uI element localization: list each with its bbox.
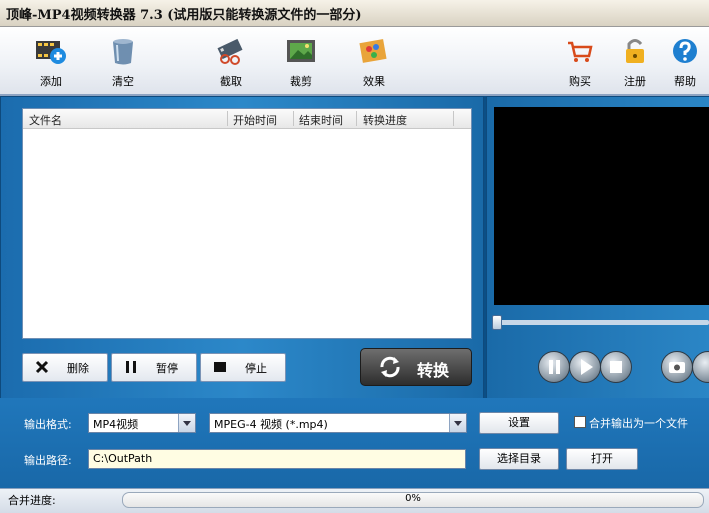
seek-thumb[interactable] <box>492 315 502 330</box>
player-play-button[interactable] <box>569 351 601 383</box>
column-start-time[interactable]: 开始时间 <box>233 112 277 128</box>
effect-label: 效果 <box>363 75 385 88</box>
delete-label: 删除 <box>67 362 89 375</box>
format-select[interactable]: MP4视频 <box>88 413 196 433</box>
effect-button[interactable]: 效果 <box>347 29 401 89</box>
cart-icon <box>568 41 593 62</box>
file-list[interactable]: 文件名 开始时间 结束时间 转换进度 <box>22 108 472 339</box>
stop-button[interactable]: 停止 <box>200 353 286 382</box>
column-divider <box>356 111 357 126</box>
column-divider <box>293 111 294 126</box>
player-pause-button[interactable] <box>538 351 570 383</box>
add-button[interactable]: 添加 <box>24 29 78 89</box>
help-label: 帮助 <box>674 75 696 88</box>
toolbar: 添加 清空 截取 裁剪 效果 购买 注册 帮助 <box>0 27 709 96</box>
snapshot-button[interactable] <box>661 351 693 383</box>
effect-palette-icon <box>359 39 387 63</box>
buy-label: 购买 <box>569 75 591 88</box>
title-bar: 顶峰-MP4视频转换器 7.3 (试用版只能转换源文件的一部分) <box>0 0 709 27</box>
video-preview <box>494 107 709 305</box>
refresh-icon <box>380 356 400 378</box>
crop-film-icon <box>287 40 315 62</box>
pause-button[interactable]: 暂停 <box>111 353 197 382</box>
capture-label: 截取 <box>220 75 242 88</box>
pause-label: 暂停 <box>156 362 178 375</box>
add-film-icon <box>36 41 66 64</box>
clear-button[interactable]: 清空 <box>96 29 150 89</box>
stop-label: 停止 <box>245 362 267 375</box>
crop-label: 裁剪 <box>290 75 312 88</box>
clear-label: 清空 <box>112 75 134 88</box>
stop-icon <box>610 361 622 373</box>
delete-icon <box>35 360 49 374</box>
delete-button[interactable]: 删除 <box>22 353 108 382</box>
seek-bar[interactable] <box>494 320 709 325</box>
column-filename[interactable]: 文件名 <box>29 112 62 128</box>
stop-icon <box>214 362 226 372</box>
column-progress[interactable]: 转换进度 <box>363 112 407 128</box>
codec-select[interactable]: MPEG-4 视频 (*.mp4) <box>209 413 467 433</box>
play-icon <box>581 359 593 375</box>
pause-icon <box>549 360 560 374</box>
add-label: 添加 <box>40 75 62 88</box>
merge-label: 合并输出为一个文件 <box>589 417 688 430</box>
open-button[interactable]: 打开 <box>566 448 638 470</box>
chevron-down-icon[interactable] <box>449 414 466 432</box>
output-settings <box>0 398 709 488</box>
convert-button[interactable]: 转换 <box>360 348 472 386</box>
clear-bin-icon <box>113 39 133 65</box>
merge-progress-text: 0% <box>405 493 421 504</box>
pause-icon <box>126 361 136 373</box>
convert-label: 转换 <box>417 361 450 380</box>
merge-checkbox[interactable] <box>574 416 586 428</box>
column-divider <box>227 111 228 126</box>
register-label: 注册 <box>624 75 646 88</box>
settings-button[interactable]: 设置 <box>479 412 559 434</box>
capture-icon <box>217 38 243 65</box>
output-path-label: 输出路径: <box>24 454 72 467</box>
capture-button[interactable]: 截取 <box>204 29 258 89</box>
crop-button[interactable]: 裁剪 <box>274 29 328 89</box>
output-format-label: 输出格式: <box>24 418 72 431</box>
camera-icon <box>669 362 685 373</box>
register-button[interactable]: 注册 <box>608 29 662 89</box>
merge-progress-label: 合并进度: <box>8 494 56 507</box>
help-icon <box>673 39 697 63</box>
browse-button[interactable]: 选择目录 <box>479 448 559 470</box>
open-label: 打开 <box>591 452 613 465</box>
lock-icon <box>626 39 644 63</box>
merge-progress-bar: 0% <box>122 492 704 508</box>
format-value: MP4视频 <box>93 418 139 431</box>
output-path-field[interactable]: C:\OutPath <box>88 449 466 469</box>
buy-button[interactable]: 购买 <box>553 29 607 89</box>
settings-label: 设置 <box>508 416 530 429</box>
codec-value: MPEG-4 视频 (*.mp4) <box>214 418 328 431</box>
column-end-time[interactable]: 结束时间 <box>299 112 343 128</box>
window-title: 顶峰-MP4视频转换器 7.3 (试用版只能转换源文件的一部分) <box>6 8 362 23</box>
list-header: 文件名 开始时间 结束时间 转换进度 <box>23 109 471 129</box>
chevron-down-icon[interactable] <box>178 414 195 432</box>
output-path-value: C:\OutPath <box>93 452 153 465</box>
browse-label: 选择目录 <box>497 452 541 465</box>
column-divider <box>453 111 454 126</box>
help-button[interactable]: 帮助 <box>658 29 709 89</box>
player-stop-button[interactable] <box>600 351 632 383</box>
